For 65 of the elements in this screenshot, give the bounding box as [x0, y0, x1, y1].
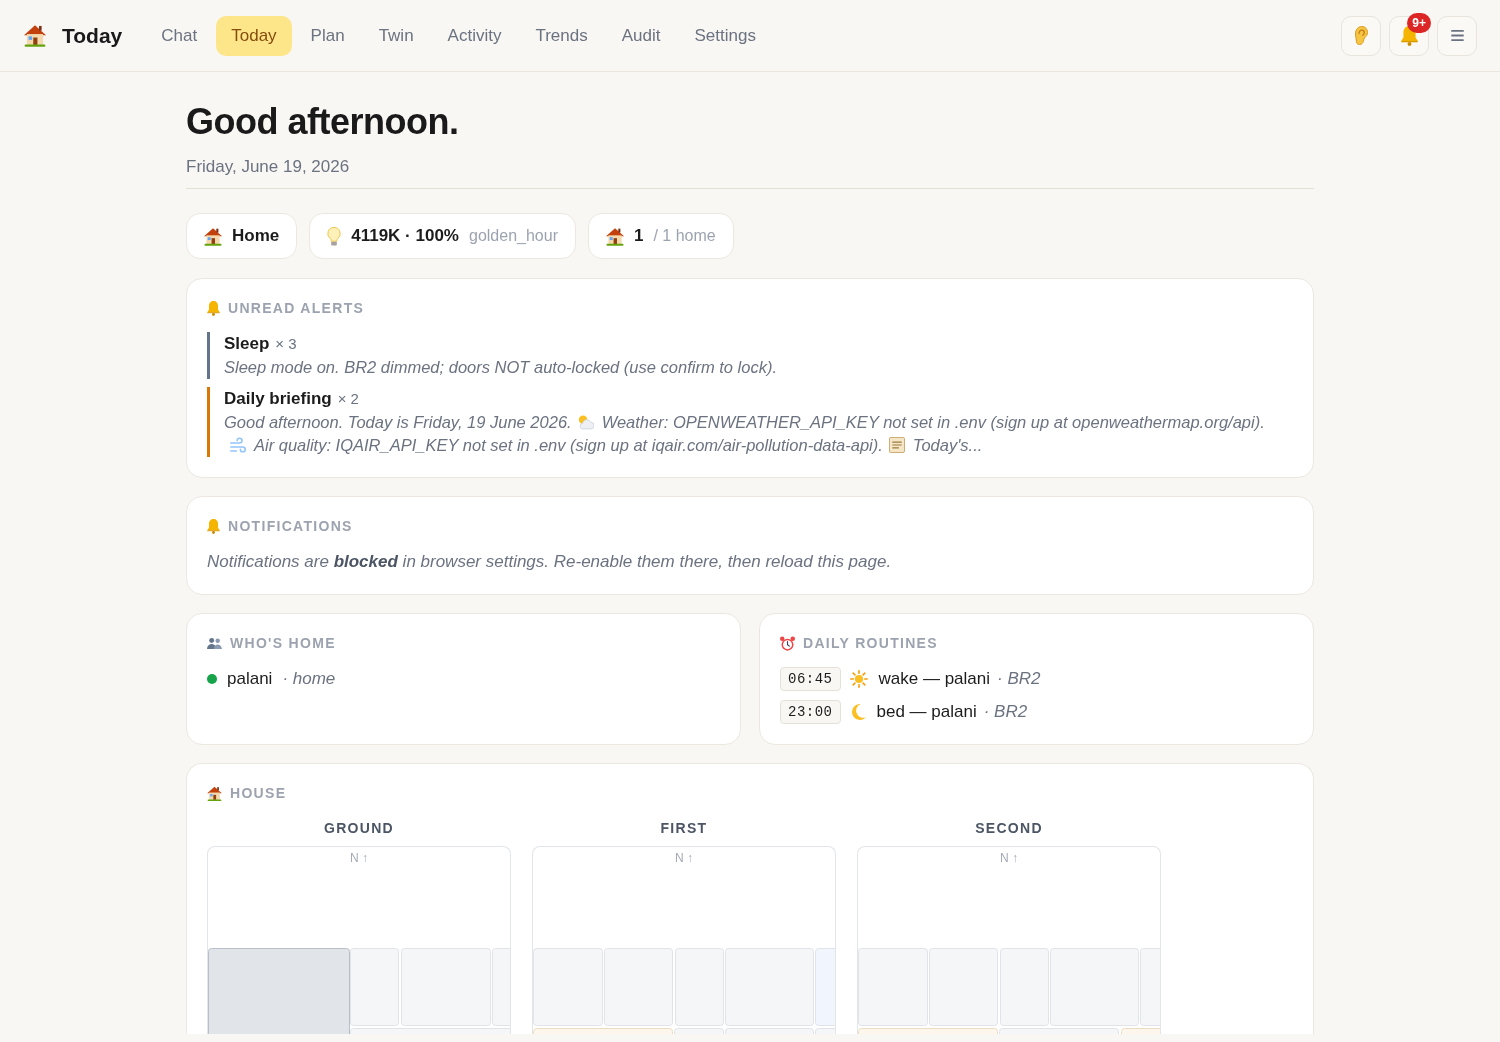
house-icon	[24, 24, 46, 47]
nav-tab[interactable]: Audit	[606, 15, 676, 56]
chip-value: 4119K · 100%	[351, 225, 459, 248]
wind-icon	[230, 437, 246, 454]
alert-message: Sleep mode on. BR2 dimmed; doors NOT auto-locked (use confirm to lock).	[224, 357, 777, 379]
nav-tab[interactable]: Settings	[679, 15, 771, 56]
house-icon	[207, 785, 222, 801]
section-title: HOUSE	[230, 784, 287, 804]
alert-message: Good afternoon. Today is Friday, 19 June 2026.	[224, 412, 572, 434]
compass-label: N ↑	[350, 850, 368, 867]
alert-message: Weather: OPENWEATHER_API_KEY not set in .env (sign up at openweathermap.org/api).	[601, 412, 1265, 434]
routine-label: wake — palani	[878, 668, 991, 691]
alert-message: Air quality: IQAIR_API_KEY not set in .env (sign up at iqair.com/air-pollution-data-api).	[254, 435, 883, 457]
sun-icon	[849, 670, 868, 689]
alert-title: Daily briefing	[224, 388, 332, 411]
section-title: DAILY ROUTINES	[803, 634, 938, 654]
menu-icon	[1450, 30, 1464, 41]
brand-title[interactable]: Today	[62, 19, 123, 52]
moon-icon	[849, 704, 866, 721]
notifications-button[interactable]: 9+	[1389, 15, 1429, 56]
nav-tab[interactable]: Trends	[520, 15, 603, 56]
notification-count: 9+	[1407, 12, 1431, 33]
chip-note: golden_hour	[469, 226, 558, 247]
section-title: WHO'S HOME	[230, 634, 336, 654]
time-label: 06:45	[780, 667, 841, 692]
chip-value: Home	[232, 225, 280, 248]
nav-tab[interactable]: Plan	[295, 15, 360, 56]
person-name: palani	[227, 668, 273, 691]
house-icon	[204, 226, 222, 246]
compass-label: N ↑	[1000, 850, 1018, 867]
routine-room: · BR2	[983, 701, 1028, 724]
compass-label: N ↑	[675, 850, 693, 867]
alert-message: Today's...	[912, 435, 983, 457]
nav-tab[interactable]: Today	[216, 15, 292, 56]
page-heading: Good afternoon.	[186, 100, 460, 144]
sun-cloud-icon	[577, 414, 594, 431]
chip-value: 1	[633, 225, 644, 248]
date-text: Friday, June 19, 2026	[186, 154, 1314, 190]
section-title: NOTIFICATIONS	[228, 517, 353, 537]
routine-room: · BR2	[997, 668, 1041, 691]
nav-tab[interactable]: Activity	[432, 15, 517, 56]
bell-icon	[207, 518, 220, 534]
floor-title: GROUND	[324, 819, 394, 839]
notice-text: Notifications are blocked in browser settings. Re-enable them there, then reload this page.	[207, 551, 893, 574]
alert-title: Sleep	[224, 333, 270, 356]
note-page-icon	[888, 437, 905, 454]
bell-icon	[207, 300, 220, 316]
menu-button[interactable]	[1437, 15, 1477, 56]
floor-title: SECOND	[975, 819, 1043, 839]
time-label: 23:00	[780, 700, 841, 725]
alert-count: × 2	[337, 389, 359, 410]
section-title: UNREAD ALERTS	[228, 299, 365, 319]
ear-icon	[1354, 26, 1368, 45]
house-icon	[605, 226, 624, 246]
person-location: · home	[282, 668, 336, 691]
nav-tab[interactable]: Twin	[363, 15, 429, 56]
people-icon	[207, 637, 222, 649]
floor-title: FIRST	[660, 819, 708, 839]
bulb-icon	[327, 226, 342, 246]
chip-note: / 1 home	[653, 226, 716, 247]
listen-button[interactable]	[1341, 15, 1381, 56]
nav-tab[interactable]: Chat	[146, 15, 213, 56]
routine-label: bed — palani	[876, 701, 977, 724]
alarm-clock-icon	[780, 635, 795, 651]
alert-count: × 3	[275, 334, 297, 355]
